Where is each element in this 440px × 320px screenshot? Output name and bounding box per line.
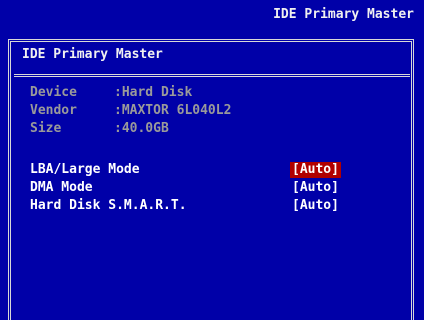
device-label: Device bbox=[30, 85, 77, 100]
hard-disk-smart-label: Hard Disk S.M.A.R.T. bbox=[30, 198, 187, 213]
option-hard-disk-smart[interactable]: Hard Disk S.M.A.R.T. [Auto] bbox=[30, 197, 390, 215]
size-label: Size bbox=[30, 121, 62, 136]
dma-mode-label: DMA Mode bbox=[30, 180, 93, 195]
hard-disk-smart-value[interactable]: [Auto] bbox=[290, 198, 341, 214]
size-value: :40.0GB bbox=[114, 121, 169, 136]
header-title: IDE Primary Master bbox=[273, 7, 414, 22]
bios-screen: IDE Primary Master IDE Primary Master De… bbox=[0, 0, 440, 320]
lba-large-mode-label: LBA/Large Mode bbox=[30, 162, 140, 177]
option-lba-large-mode[interactable]: LBA/Large Mode [Auto] bbox=[30, 161, 390, 179]
device-value: :Hard Disk bbox=[114, 85, 193, 100]
header-bar: IDE Primary Master bbox=[0, 0, 424, 30]
vendor-value: :MAXTOR 6L040L2 bbox=[114, 103, 232, 118]
page-title: IDE Primary Master bbox=[22, 47, 163, 62]
vendor-label: Vendor bbox=[30, 103, 77, 118]
title-divider bbox=[14, 74, 410, 77]
option-dma-mode[interactable]: DMA Mode [Auto] bbox=[30, 179, 390, 197]
dma-mode-value[interactable]: [Auto] bbox=[290, 180, 341, 196]
lba-large-mode-value[interactable]: [Auto] bbox=[290, 162, 341, 178]
